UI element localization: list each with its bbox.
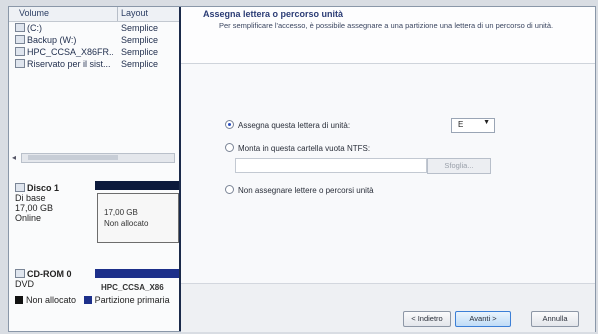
drive-letter-select[interactable]: E ▼ <box>451 118 495 133</box>
legend: Non allocato Partizione primaria <box>15 295 170 305</box>
disk-icon <box>15 183 25 192</box>
cdrom-partition-label[interactable]: HPC_CCSA_X86 <box>101 283 177 293</box>
legend-swatch-primary <box>83 296 92 304</box>
wizard-header: Assegna lettera o percorso unità Per sem… <box>181 7 595 64</box>
assign-letter-wizard: Assegna lettera o percorso unità Per sem… <box>181 7 595 332</box>
option-no-letter-label: Non assegnare lettere o percorsi unità <box>238 186 374 195</box>
horizontal-scrollbar[interactable]: ◂ <box>12 153 175 163</box>
column-separator[interactable] <box>117 7 118 21</box>
volume-table-header: Volume Layout <box>9 7 179 22</box>
volume-name: Backup (W:) <box>27 35 77 45</box>
radio-no-letter[interactable] <box>225 185 234 194</box>
scroll-left-arrow-icon[interactable]: ◂ <box>12 153 16 162</box>
radio-assign-letter[interactable] <box>225 120 234 129</box>
legend-unallocated: Non allocato <box>26 295 77 305</box>
browse-button[interactable]: Sfoglia... <box>427 158 491 174</box>
column-header-layout[interactable]: Layout <box>121 8 148 18</box>
radio-mount-folder[interactable] <box>225 143 234 152</box>
disk1-size: 17,00 GB <box>15 203 54 213</box>
scrollbar-thumb[interactable] <box>28 155 118 160</box>
drive-icon <box>15 59 25 68</box>
disk-management-panel: Volume Layout (C:) Semplice Backup (W:) … <box>9 7 182 331</box>
dvd-drive-icon <box>15 47 25 56</box>
disk1-status: Online <box>15 213 42 223</box>
volume-row[interactable]: Riservato per il sist... Semplice <box>9 59 179 71</box>
disk1-title: Disco 1 <box>27 183 60 193</box>
volume-layout: Semplice <box>121 59 159 69</box>
dropdown-arrow-icon: ▼ <box>483 119 490 126</box>
cancel-button[interactable]: Annulla <box>531 311 579 327</box>
volume-layout: Semplice <box>121 47 159 57</box>
option-mount-folder-label: Monta in questa cartella vuota NTFS: <box>238 144 371 153</box>
disk1-partition-bar <box>95 181 179 190</box>
option-assign-letter-label: Assegna questa lettera di unità: <box>238 121 351 130</box>
volume-name: Riservato per il sist... <box>27 59 111 69</box>
drive-icon <box>15 35 25 44</box>
option-mount-folder[interactable]: Monta in questa cartella vuota NTFS: <box>225 143 370 153</box>
cdrom-type: DVD <box>15 279 35 289</box>
disk1-type: Di base <box>15 193 46 203</box>
volume-row[interactable]: HPC_CCSA_X86FR... Semplice <box>9 47 179 59</box>
volume-row[interactable]: (C:) Semplice <box>9 23 179 35</box>
cdrom-info[interactable]: CD-ROM 0 DVD <box>15 269 72 289</box>
cdrom-title: CD-ROM 0 <box>27 269 72 279</box>
legend-swatch-unallocated <box>15 296 23 304</box>
volume-name: (C:) <box>27 23 42 33</box>
back-button[interactable]: < Indietro <box>403 311 451 327</box>
wizard-title: Assegna lettera o percorso unità <box>203 9 344 19</box>
next-button[interactable]: Avanti > <box>455 311 511 327</box>
disk1-info[interactable]: Disco 1 Di base 17,00 GB Online <box>15 183 59 223</box>
screen-frame: Volume Layout (C:) Semplice Backup (W:) … <box>8 6 596 332</box>
legend-primary: Partizione primaria <box>94 295 170 305</box>
volume-layout: Semplice <box>121 35 159 45</box>
cdrom-partition-bar <box>95 269 179 278</box>
volume-name: HPC_CCSA_X86FR... <box>27 47 113 57</box>
volume-layout: Semplice <box>121 23 159 33</box>
disk1-unallocated-partition[interactable]: 17,00 GB Non allocato <box>97 193 179 243</box>
drive-letter-value: E <box>458 120 464 129</box>
wizard-description: Per semplificare l'accesso, è possibile … <box>219 21 554 30</box>
column-header-volume[interactable]: Volume <box>19 8 49 18</box>
option-no-letter[interactable]: Non assegnare lettere o percorsi unità <box>225 185 374 195</box>
option-assign-letter[interactable]: Assegna questa lettera di unità: <box>225 120 350 130</box>
drive-icon <box>15 23 25 32</box>
folder-path-input[interactable] <box>235 158 427 173</box>
cd-icon <box>15 269 25 278</box>
volume-row[interactable]: Backup (W:) Semplice <box>9 35 179 47</box>
partition-status: Non allocato <box>104 219 149 228</box>
partition-size: 17,00 GB <box>104 208 138 217</box>
